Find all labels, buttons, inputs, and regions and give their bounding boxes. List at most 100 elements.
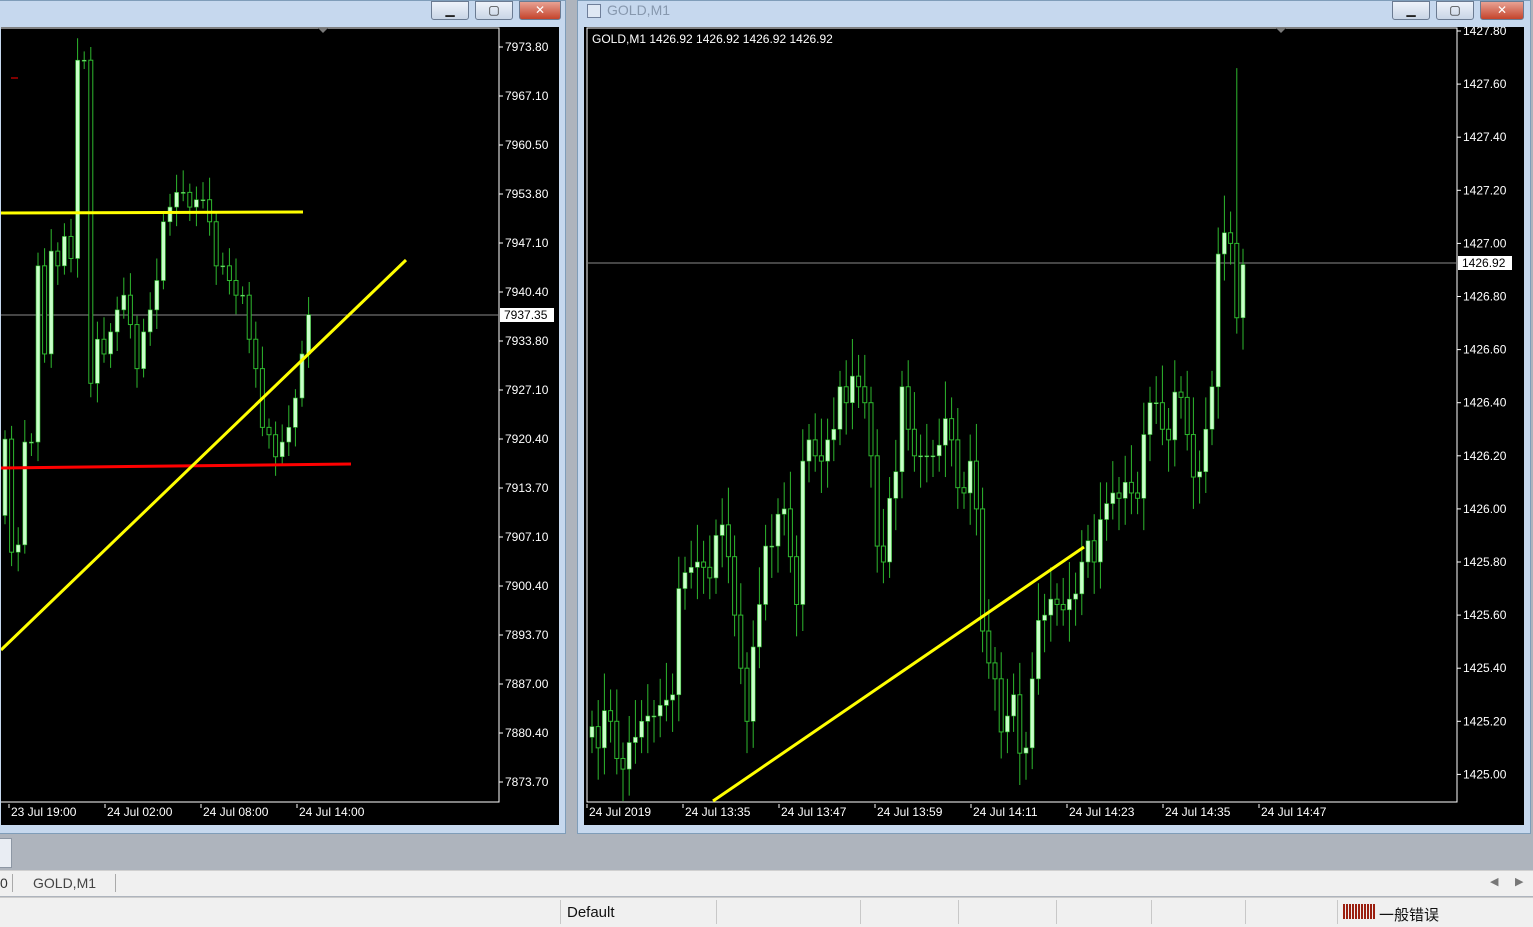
right-candle-bull — [1240, 264, 1246, 319]
maximize-button[interactable]: ▢ — [475, 1, 513, 20]
right-candle-bear — [812, 439, 818, 457]
right-candle-bull — [1048, 598, 1054, 616]
scroll-tab-button[interactable] — [0, 838, 12, 868]
right-candle-bear — [1054, 598, 1060, 605]
current-price-label: 7937.35 — [504, 308, 548, 322]
connection-status[interactable]: 一般错误 — [1379, 904, 1439, 925]
right-window-titlebar[interactable]: GOLD,M1 ▁ ▢ ✕ — [578, 1, 1530, 23]
right-candle-bear — [973, 460, 979, 510]
tab-scroll-right-icon[interactable]: ▶ — [1515, 875, 1523, 888]
left-candle-bull — [81, 59, 87, 62]
right-chart-canvas[interactable]: GOLD,M1 1426.92 1426.92 1426.92 1426.92 … — [584, 27, 1524, 825]
time-label: 23 Jul 19:00 — [11, 805, 77, 819]
left-candle-bull — [154, 280, 160, 311]
right-candle-bull — [713, 535, 719, 579]
current-price-label: 1426.92 — [1462, 256, 1506, 270]
price-label: 1426.60 — [1463, 343, 1507, 357]
right-candle-bull — [1067, 598, 1072, 611]
right-candle-bear — [1234, 242, 1240, 319]
right-candle-bull — [837, 386, 843, 430]
right-candle-bear — [1060, 603, 1066, 611]
price-label: 1426.40 — [1463, 396, 1507, 410]
right-candle-bear — [1184, 396, 1190, 436]
status-divider — [1056, 900, 1057, 924]
close-button[interactable]: ✕ — [519, 1, 561, 20]
right-candle-bull — [936, 444, 942, 457]
chart-tab-0[interactable]: 0 — [0, 875, 8, 891]
time-label: 24 Jul 14:11 — [973, 805, 1038, 819]
right-candle-bull — [1085, 540, 1091, 563]
window-splitter — [0, 834, 1533, 870]
left-candle-bear — [68, 235, 74, 259]
status-divider — [1151, 900, 1152, 924]
time-label: 24 Jul 14:47 — [1261, 805, 1327, 819]
right-candle-bear — [1017, 694, 1023, 754]
connection-bars-icon[interactable] — [1343, 904, 1375, 919]
right-chart-window[interactable]: GOLD,M1 ▁ ▢ ✕ GOLD,M1 1426.92 1426.92 14… — [577, 0, 1531, 834]
left-trend-line[interactable] — [1, 258, 408, 652]
right-candle-bull — [589, 726, 595, 738]
price-label: 7953.80 — [505, 187, 549, 201]
left-candle-bull — [306, 314, 311, 355]
left-support-line[interactable] — [1, 462, 352, 470]
right-candle-bull — [1147, 402, 1153, 435]
right-candle-bull — [602, 710, 607, 749]
left-chart-canvas[interactable]: 7973.80 7967.10 7960.50 7953.80 7947.10 7940.… — [1, 27, 559, 825]
price-label: 1426.20 — [1463, 449, 1507, 463]
right-trend-line[interactable] — [712, 545, 1085, 803]
left-candle-bear — [101, 338, 107, 355]
minimize-button[interactable]: ▁ — [431, 1, 469, 20]
price-label: 7927.10 — [505, 383, 549, 397]
price-label: 1427.80 — [1463, 27, 1507, 38]
right-candle-bull — [1215, 253, 1221, 388]
right-candle-bear — [992, 662, 998, 680]
right-candle-bear — [725, 524, 731, 558]
left-window-titlebar[interactable]: ▁ ▢ ✕ — [0, 1, 565, 23]
left-candle-bear — [134, 324, 140, 370]
left-candle-bull — [180, 192, 186, 194]
status-divider — [1337, 900, 1338, 924]
right-candle-bull — [688, 567, 694, 573]
right-candle-bear — [905, 386, 911, 430]
minimize-button[interactable]: ▁ — [1392, 1, 1430, 20]
right-candle-bull — [1172, 391, 1178, 441]
right-candle-bear — [1135, 492, 1141, 499]
left-candle-bear — [187, 191, 193, 208]
chart-tab-gold[interactable]: GOLD,M1 — [33, 875, 96, 891]
left-chart-window[interactable]: ▁ ▢ ✕ 7973.80 7967.10 7960.50 7953.80 7947.1… — [0, 0, 566, 834]
status-divider — [716, 900, 717, 924]
time-label: 24 Jul 13:47 — [781, 805, 847, 819]
right-candle-bull — [924, 455, 930, 458]
left-resistance-line[interactable] — [1, 210, 304, 215]
price-label: 1427.60 — [1463, 77, 1507, 91]
right-candle-bull — [943, 418, 948, 446]
left-shift-marker[interactable] — [318, 28, 328, 33]
left-candle-bull — [62, 236, 67, 267]
left-price-chart[interactable]: 7973.80 7967.10 7960.50 7953.80 7947.10 7940.… — [1, 27, 559, 825]
right-candle-bull — [1029, 678, 1035, 749]
price-label: 1425.60 — [1463, 608, 1507, 622]
price-label: 7893.70 — [505, 628, 549, 642]
left-candle-bull — [141, 331, 146, 369]
time-label: 24 Jul 13:59 — [877, 805, 943, 819]
right-candle-bull — [800, 460, 806, 605]
right-candle-bear — [862, 386, 868, 404]
left-candle-bear — [55, 250, 61, 267]
price-label: 1425.00 — [1463, 767, 1507, 781]
right-candle-bull — [633, 736, 638, 743]
right-candle-bear — [998, 678, 1004, 733]
tab-scroll-left-icon[interactable]: ◀ — [1490, 875, 1498, 888]
price-label: 7907.10 — [505, 530, 549, 544]
right-price-chart[interactable]: GOLD,M1 1426.92 1426.92 1426.92 1426.92 … — [584, 27, 1524, 825]
close-button[interactable]: ✕ — [1480, 1, 1524, 20]
right-shift-marker[interactable] — [1276, 28, 1286, 33]
maximize-button[interactable]: ▢ — [1436, 1, 1474, 20]
right-candle-bull — [1011, 694, 1016, 717]
time-label: 24 Jul 02:00 — [107, 805, 173, 819]
right-candle-bull — [1104, 503, 1109, 520]
left-candle-bull — [293, 397, 298, 428]
left-candle-bear — [207, 199, 213, 223]
left-candle-bull — [167, 206, 173, 223]
right-candle-bull — [763, 545, 768, 605]
right-candle-bull — [645, 715, 651, 722]
